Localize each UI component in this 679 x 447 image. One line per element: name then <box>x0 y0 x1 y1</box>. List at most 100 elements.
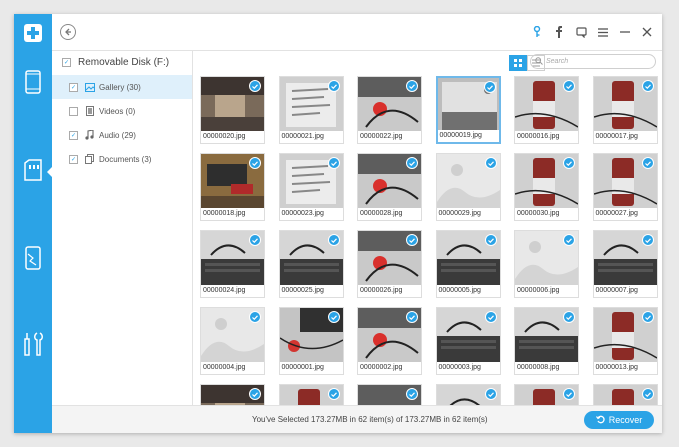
check-icon[interactable] <box>484 311 497 323</box>
search-input[interactable]: Search <box>530 54 656 69</box>
gallery-panel: Search 00000020.jpg 00000021.jpg 00000022.… <box>193 51 662 405</box>
check-icon[interactable] <box>327 388 340 400</box>
check-icon[interactable] <box>484 388 497 400</box>
tree-item-label: Gallery (30) <box>99 82 141 92</box>
thumbnail-item[interactable] <box>357 384 422 405</box>
thumbnail-filename: 00000017.jpg <box>595 133 638 140</box>
thumbnail-item[interactable]: 00000020.jpg <box>200 76 265 144</box>
grid-view-button[interactable] <box>509 55 527 71</box>
check-icon[interactable] <box>249 234 261 246</box>
thumbnail-item[interactable]: 00000019.jpg <box>435 76 501 144</box>
thumbnail-item[interactable]: 00000023.jpg <box>278 153 344 221</box>
check-icon[interactable] <box>563 234 575 246</box>
menu-icon[interactable] <box>594 22 612 42</box>
check-icon[interactable] <box>563 157 575 169</box>
check-icon[interactable] <box>484 234 497 246</box>
tree-item-checkbox[interactable]: ✓ <box>69 154 78 164</box>
check-icon[interactable] <box>249 80 261 92</box>
thumbnail-filename: 00000003.jpg <box>438 364 481 371</box>
thumbnail-item[interactable]: 00000016.jpg <box>514 76 579 144</box>
key-icon[interactable] <box>528 22 546 42</box>
check-icon[interactable] <box>249 157 261 169</box>
rail-tools-button[interactable] <box>14 324 52 368</box>
check-icon[interactable] <box>406 311 418 323</box>
rail-broken-phone-button[interactable] <box>14 238 52 282</box>
tree-item-checkbox[interactable]: ✓ <box>69 82 78 92</box>
check-icon[interactable] <box>484 157 497 169</box>
check-icon[interactable] <box>483 81 496 93</box>
thumbnail-grid: 00000020.jpg 00000021.jpg 00000022.jpg 0000… <box>200 76 660 405</box>
tree-item-label: Documents (3) <box>99 154 152 164</box>
check-icon[interactable] <box>641 80 654 92</box>
thumbnail-item[interactable]: 00000021.jpg <box>278 76 344 144</box>
left-rail <box>14 14 53 433</box>
close-icon[interactable] <box>638 22 656 42</box>
thumbnail-item[interactable]: 00000002.jpg <box>357 307 422 375</box>
check-icon[interactable] <box>641 388 654 400</box>
recover-button[interactable]: Recover <box>584 411 654 429</box>
minimize-icon[interactable] <box>616 22 634 42</box>
check-icon[interactable] <box>249 388 261 400</box>
check-icon[interactable] <box>641 311 654 323</box>
check-icon[interactable] <box>641 157 654 169</box>
thumbnail-filename: 00000002.jpg <box>360 364 403 371</box>
check-icon[interactable] <box>327 311 340 323</box>
thumbnail-item[interactable] <box>278 384 344 405</box>
tree-item[interactable]: ✓ Audio (29) <box>52 123 192 147</box>
thumbnail-item[interactable]: 00000008.jpg <box>514 307 579 375</box>
check-icon[interactable] <box>327 80 340 92</box>
thumbnail-item[interactable] <box>435 384 501 405</box>
check-icon[interactable] <box>327 234 340 246</box>
facebook-icon[interactable] <box>550 22 568 42</box>
check-icon[interactable] <box>563 311 575 323</box>
thumbnail-item[interactable]: 00000018.jpg <box>200 153 265 221</box>
selection-status: You've Selected 173.27MB in 62 item(s) o… <box>252 415 488 424</box>
check-icon[interactable] <box>406 80 418 92</box>
thumbnail-filename: 00000030.jpg <box>517 210 560 217</box>
thumbnail-item[interactable]: 00000030.jpg <box>514 153 579 221</box>
root-checkbox[interactable]: ✓ <box>62 58 71 67</box>
back-button[interactable] <box>60 24 76 40</box>
thumbnail-filename: 00000026.jpg <box>360 287 403 294</box>
tree-item-checkbox[interactable]: ✓ <box>69 130 78 140</box>
thumbnail-item[interactable]: 00000027.jpg <box>592 153 658 221</box>
rail-phone-button[interactable] <box>14 62 52 106</box>
check-icon[interactable] <box>563 388 575 400</box>
thumbnail-item[interactable]: 00000006.jpg <box>514 230 579 298</box>
check-icon[interactable] <box>641 234 654 246</box>
thumbnail-item[interactable]: 00000025.jpg <box>278 230 344 298</box>
documents-icon <box>84 154 95 165</box>
thumbnail-item[interactable]: 00000001.jpg <box>278 307 344 375</box>
tree-root[interactable]: ✓ Removable Disk (F:) <box>62 57 169 68</box>
check-icon[interactable] <box>406 234 418 246</box>
tools-icon <box>22 331 44 362</box>
tree-item[interactable]: ✓ Documents (3) <box>52 147 192 171</box>
thumbnail-filename: 00000029.jpg <box>438 210 481 217</box>
check-icon[interactable] <box>563 80 575 92</box>
tree-item[interactable]: ✓ Gallery (30) <box>52 75 192 99</box>
thumbnail-filename: 00000021.jpg <box>281 133 324 140</box>
tree-item[interactable]: Videos (0) <box>52 99 192 123</box>
root-label: Removable Disk (F:) <box>78 57 170 68</box>
thumbnail-item[interactable]: 00000003.jpg <box>435 307 501 375</box>
thumbnail-item[interactable]: 00000017.jpg <box>592 76 658 144</box>
thumbnail-item[interactable]: 00000004.jpg <box>200 307 265 375</box>
feedback-icon[interactable] <box>572 22 590 42</box>
check-icon[interactable] <box>406 157 418 169</box>
rail-sdcard-button[interactable] <box>14 150 53 194</box>
tree-item-checkbox[interactable] <box>69 106 78 116</box>
check-icon[interactable] <box>249 311 261 323</box>
thumbnail-item[interactable] <box>514 384 579 405</box>
thumbnail-item[interactable]: 00000013.jpg <box>592 307 658 375</box>
thumbnail-item[interactable] <box>592 384 658 405</box>
thumbnail-item[interactable] <box>200 384 265 405</box>
thumbnail-item[interactable]: 00000028.jpg <box>357 153 422 221</box>
check-icon[interactable] <box>327 157 340 169</box>
thumbnail-item[interactable]: 00000005.jpg <box>435 230 501 298</box>
check-icon[interactable] <box>406 388 418 400</box>
thumbnail-item[interactable]: 00000024.jpg <box>200 230 265 298</box>
thumbnail-item[interactable]: 00000026.jpg <box>357 230 422 298</box>
thumbnail-item[interactable]: 00000022.jpg <box>357 76 422 144</box>
thumbnail-item[interactable]: 00000029.jpg <box>435 153 501 221</box>
thumbnail-item[interactable]: 00000007.jpg <box>592 230 658 298</box>
